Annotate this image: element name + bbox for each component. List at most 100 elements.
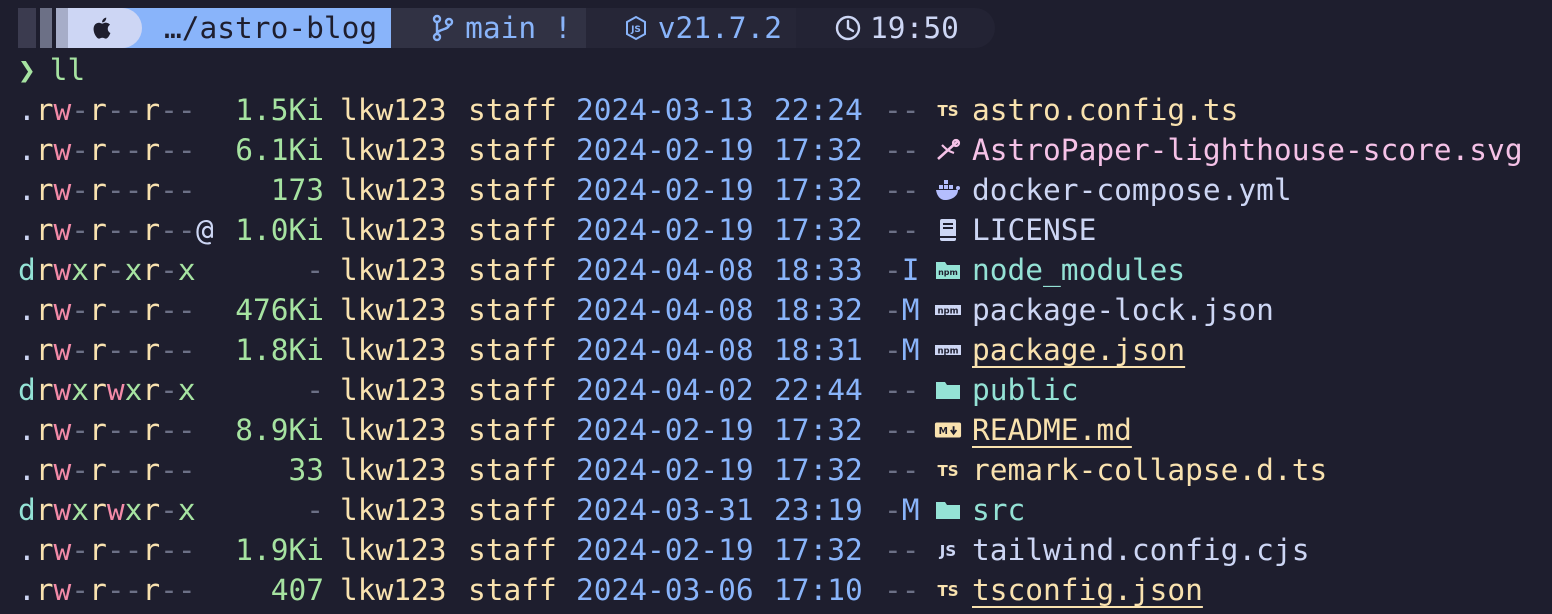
svg-text:npm: npm: [938, 347, 959, 357]
clock-icon: [835, 15, 861, 41]
modified-time: 17:32: [774, 173, 863, 207]
file-group: staff: [468, 253, 557, 287]
file-name[interactable]: package-lock.json: [972, 290, 1274, 330]
file-size: 1.8Ki: [235, 333, 324, 367]
permissions: .rw-r--r--: [18, 533, 196, 567]
npm-folder-icon: npm: [934, 257, 962, 283]
file-name[interactable]: public: [972, 370, 1079, 410]
typescript-icon: TS: [934, 577, 962, 603]
file-group: staff: [468, 373, 557, 407]
prompt-chevron: ❯: [18, 53, 36, 87]
file-group: staff: [468, 93, 557, 127]
modified-date: 2024-03-31: [576, 493, 754, 527]
file-group: staff: [468, 493, 557, 527]
command-text: ll: [49, 53, 86, 87]
file-owner: lkw123: [340, 293, 447, 327]
file-owner: lkw123: [340, 93, 447, 127]
file-name[interactable]: README.md: [972, 410, 1132, 450]
file-name[interactable]: src: [972, 490, 1025, 530]
license-book-icon: [934, 217, 962, 243]
modified-date: 2024-04-02: [576, 373, 754, 407]
permissions: .rw-r--r--: [18, 413, 196, 447]
prompt-node-segment: JS v21.7.2: [585, 8, 819, 48]
modified-date: 2024-04-08: [576, 333, 754, 367]
file-group: staff: [468, 413, 557, 447]
file-name[interactable]: astro.config.ts: [972, 90, 1238, 130]
file-owner: lkw123: [340, 493, 447, 527]
permissions: .rw-r--r--: [18, 293, 196, 327]
permissions: .rw-r--r--: [18, 213, 196, 247]
file-size: 407: [270, 573, 324, 607]
modified-time: 18:31: [774, 333, 863, 367]
file-name[interactable]: docker-compose.yml: [972, 170, 1292, 210]
file-owner: lkw123: [340, 453, 447, 487]
permissions: .rw-r--r--: [18, 133, 196, 167]
svg-text:TS: TS: [937, 102, 958, 120]
file-size: -: [306, 373, 324, 407]
file-owner: lkw123: [340, 373, 447, 407]
svg-text:JS: JS: [939, 542, 956, 560]
file-name[interactable]: tsconfig.json: [972, 570, 1203, 610]
extended-attr-flag: @: [196, 213, 214, 247]
file-name[interactable]: LICENSE: [972, 210, 1096, 250]
git-branch-icon: [432, 14, 454, 42]
modified-date: 2024-03-13: [576, 93, 754, 127]
typescript-icon: TS: [934, 97, 962, 123]
file-owner: lkw123: [340, 173, 447, 207]
modified-time: 17:32: [774, 213, 863, 247]
file-group: staff: [468, 333, 557, 367]
file-group: staff: [468, 173, 557, 207]
file-owner: lkw123: [340, 213, 447, 247]
file-size: -: [306, 253, 324, 287]
file-size: 8.9Ki: [235, 413, 324, 447]
command-line[interactable]: ❯ ll: [18, 50, 85, 90]
file-name[interactable]: remark-collapse.d.ts: [972, 450, 1327, 490]
file-name[interactable]: node_modules: [972, 250, 1185, 290]
permissions: drwxr-xr-x: [18, 253, 196, 287]
file-name[interactable]: tailwind.config.cjs: [972, 530, 1309, 570]
modified-date: 2024-02-19: [576, 213, 754, 247]
prompt-os-segment: [18, 8, 142, 48]
permissions: .rw-r--r--: [18, 93, 196, 127]
file-group: staff: [468, 533, 557, 567]
modified-date: 2024-04-08: [576, 253, 754, 287]
file-size: 6.1Ki: [235, 133, 324, 167]
prompt-git-segment: main !: [391, 8, 608, 48]
modified-date: 2024-02-19: [576, 533, 754, 567]
file-name[interactable]: package.json: [972, 330, 1185, 370]
modified-time: 18:32: [774, 293, 863, 327]
npm-icon: npm: [934, 337, 962, 363]
modified-time: 17:32: [774, 533, 863, 567]
file-group: staff: [468, 133, 557, 167]
file-size: 173: [270, 173, 324, 207]
svg-text:TS: TS: [937, 462, 958, 480]
svg-text:npm: npm: [938, 268, 958, 277]
typescript-icon: TS: [934, 457, 962, 483]
modified-date: 2024-02-19: [576, 173, 754, 207]
node-version: v21.7.2: [657, 11, 783, 45]
permissions: .rw-r--r--: [18, 333, 196, 367]
docker-icon: [934, 177, 962, 203]
file-owner: lkw123: [340, 333, 447, 367]
folder-icon: [934, 497, 962, 523]
markdown-icon: M: [934, 417, 962, 443]
modified-time: 17:32: [774, 413, 863, 447]
file-size: 1.5Ki: [235, 93, 324, 127]
terminal-window[interactable]: …/astro-blog main ! JS v21.7.2 19:50 ❯ l…: [0, 0, 1552, 614]
file-owner: lkw123: [340, 253, 447, 287]
file-owner: lkw123: [340, 413, 447, 447]
file-group: staff: [468, 293, 557, 327]
file-name[interactable]: AstroPaper-lighthouse-score.svg: [972, 130, 1523, 170]
modified-time: 18:33: [774, 253, 863, 287]
file-size: 1.0Ki: [235, 213, 324, 247]
file-group: staff: [468, 213, 557, 247]
git-branch-status: main !: [465, 11, 572, 45]
prompt-time: 19:50: [870, 11, 959, 45]
file-size: 476Ki: [235, 293, 324, 327]
prompt-path-segment: …/astro-blog: [120, 8, 414, 48]
npm-icon: npm: [934, 297, 962, 323]
modified-date: 2024-04-08: [576, 293, 754, 327]
permissions: .rw-r--r--: [18, 453, 196, 487]
file-size: -: [306, 493, 324, 527]
modified-date: 2024-02-19: [576, 413, 754, 447]
